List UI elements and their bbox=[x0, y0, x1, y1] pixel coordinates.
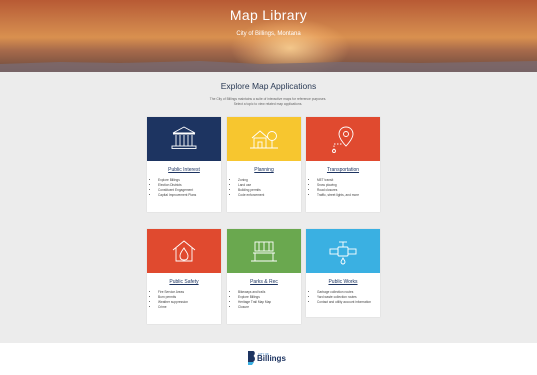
card-item-list: MET transit Snow plowing Road closures T… bbox=[306, 178, 380, 198]
card-parks-rec[interactable]: Parks & Rec Bikeways and trails Explore … bbox=[227, 229, 301, 324]
house-tree-icon bbox=[250, 130, 278, 149]
card-title-link[interactable]: Public Interest bbox=[147, 167, 221, 173]
card-public-works[interactable]: Public Works Garbage collection routes Y… bbox=[306, 229, 380, 317]
card-title-link[interactable]: Public Safety bbox=[147, 279, 221, 285]
card-title-link[interactable]: Planning bbox=[227, 167, 301, 173]
card-banner[interactable] bbox=[147, 229, 221, 273]
card-public-interest[interactable]: Public Interest Explore Billings Electio… bbox=[147, 117, 221, 212]
card-banner[interactable] bbox=[227, 229, 301, 273]
hero-banner: Map Library City of Billings, Montana bbox=[0, 0, 537, 72]
water-valve-icon bbox=[329, 241, 357, 265]
list-item[interactable]: Traffic, street lights, and more bbox=[317, 193, 380, 198]
card-banner[interactable] bbox=[227, 117, 301, 161]
card-title-link[interactable]: Parks & Rec bbox=[227, 279, 301, 285]
city-logo[interactable]: CITY OF Billings bbox=[247, 350, 287, 366]
card-item-list: Explore Billings Election Districts Cons… bbox=[147, 178, 221, 198]
list-item[interactable]: Code enforcement bbox=[238, 193, 301, 198]
logo-big-text: Billings bbox=[257, 354, 286, 363]
intro-line-2: Select a topic to view related map appli… bbox=[233, 102, 303, 106]
list-item[interactable]: Closure bbox=[238, 305, 301, 310]
card-item-list: Fire Service Areas Burn permits Weather … bbox=[147, 290, 221, 310]
page-title: Map Library bbox=[229, 7, 308, 23]
card-banner[interactable] bbox=[147, 117, 221, 161]
card-item-list: Zoning Land use Building permits Code en… bbox=[227, 178, 301, 198]
house-fire-icon bbox=[172, 240, 196, 262]
hero-rimrock-silhouette bbox=[0, 61, 537, 72]
card-item-list: Bikeways and trails Explore Billings Her… bbox=[227, 290, 301, 310]
list-item[interactable]: Capital Improvement Plans bbox=[158, 193, 221, 198]
card-planning[interactable]: Planning Zoning Land use Building permit… bbox=[227, 117, 301, 212]
card-transportation[interactable]: Transportation MET transit Snow plowing … bbox=[306, 117, 380, 212]
building-columns-icon bbox=[171, 126, 197, 149]
card-banner[interactable] bbox=[306, 229, 380, 273]
page-subtitle: City of Billings, Montana bbox=[236, 31, 301, 37]
card-item-list: Garbage collection routes Yard waste col… bbox=[306, 290, 380, 305]
card-banner[interactable] bbox=[306, 117, 380, 161]
section-heading: Explore Map Applications bbox=[220, 81, 317, 91]
card-title-link[interactable]: Transportation bbox=[306, 167, 380, 173]
list-item[interactable]: Contact and utility account information bbox=[317, 300, 380, 305]
list-item[interactable]: Crime bbox=[158, 305, 221, 310]
billings-logo-icon bbox=[248, 351, 255, 365]
section-intro: The City of Billings maintains a suite o… bbox=[168, 97, 368, 107]
card-public-safety[interactable]: Public Safety Fire Service Areas Burn pe… bbox=[147, 229, 221, 324]
map-pin-route-icon bbox=[332, 126, 354, 153]
card-title-link[interactable]: Public Works bbox=[306, 279, 380, 285]
park-bench-icon bbox=[251, 241, 277, 262]
